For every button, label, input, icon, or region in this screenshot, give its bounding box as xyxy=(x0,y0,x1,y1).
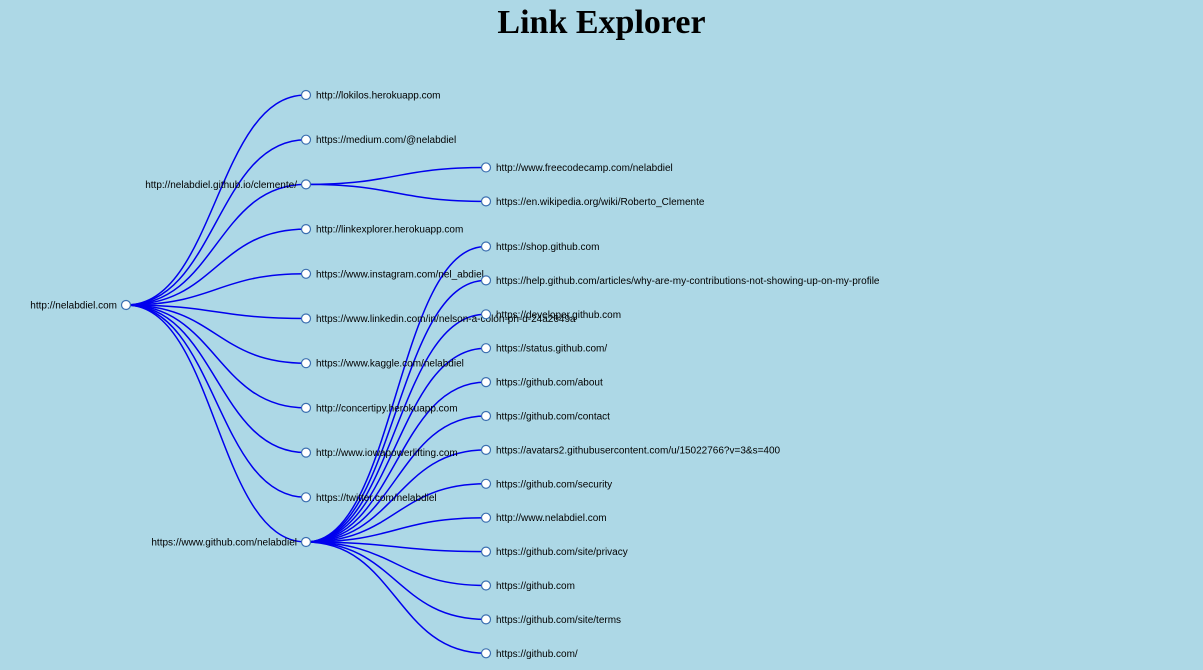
tree-node-d1-3[interactable]: http://linkexplorer.herokuapp.com xyxy=(300,224,464,236)
node-circle[interactable] xyxy=(300,447,312,458)
tree-node-d1-4[interactable]: https://www.instagram.com/nel_abdiel xyxy=(300,268,484,280)
node-label[interactable]: https://github.com/security xyxy=(496,479,612,490)
node-circle[interactable] xyxy=(480,648,492,659)
tree-link xyxy=(125,138,307,306)
node-label[interactable]: https://www.github.com/nelabdiel xyxy=(151,538,297,549)
tree-node-d2-10-0[interactable]: https://shop.github.com xyxy=(480,241,600,253)
tree-node-d2-10-9[interactable]: https://github.com/site/privacy xyxy=(480,546,628,558)
node-circle[interactable] xyxy=(300,492,312,503)
node-label[interactable]: https://github.com xyxy=(496,581,575,592)
tree-node-d2-10-8[interactable]: http://www.nelabdiel.com xyxy=(480,512,607,524)
tree-link xyxy=(305,541,487,621)
node-circle[interactable] xyxy=(300,313,312,324)
node-label[interactable]: https://developer.github.com xyxy=(496,310,621,321)
node-circle[interactable] xyxy=(300,536,312,548)
tree-link xyxy=(305,541,487,655)
node-label[interactable]: http://nelabdiel.github.io/clemente/ xyxy=(145,180,297,191)
tree-node-d2-2-0[interactable]: http://www.freecodecamp.com/nelabdiel xyxy=(480,162,673,174)
tree-link xyxy=(125,183,307,306)
tree-node-d1-6[interactable]: https://www.kaggle.com/nelabdiel xyxy=(300,358,464,370)
tree-node-d1-7[interactable]: http://concertipy.herokuapp.com xyxy=(300,402,458,414)
node-label[interactable]: http://linkexplorer.herokuapp.com xyxy=(316,225,463,236)
node-circle[interactable] xyxy=(480,580,492,591)
node-circle[interactable] xyxy=(300,268,312,279)
tree-node-d1-10[interactable]: https://www.github.com/nelabdiel xyxy=(151,536,312,549)
node-circle[interactable] xyxy=(480,512,492,523)
node-circle[interactable] xyxy=(480,614,492,625)
node-circle[interactable] xyxy=(300,224,312,235)
node-label[interactable]: https://help.github.com/articles/why-are… xyxy=(496,276,880,287)
node-circle[interactable] xyxy=(480,196,492,207)
node-label[interactable]: http://nelabdiel.com xyxy=(30,301,117,312)
tree-node-d1-2[interactable]: http://nelabdiel.github.io/clemente/ xyxy=(145,179,312,191)
tree-node-d1-0[interactable]: http://lokilos.herokuapp.com xyxy=(300,89,441,102)
node-label[interactable]: https://github.com/contact xyxy=(496,412,610,423)
node-circle[interactable] xyxy=(300,402,312,413)
tree-link xyxy=(305,415,487,543)
node-circle[interactable] xyxy=(480,444,492,455)
node-label[interactable]: https://en.wikipedia.org/wiki/Roberto_Cl… xyxy=(496,197,705,208)
node-circle[interactable] xyxy=(480,162,492,173)
node-label[interactable]: http://www.freecodecamp.com/nelabdiel xyxy=(496,163,673,174)
node-label[interactable]: https://www.kaggle.com/nelabdiel xyxy=(316,359,464,370)
node-circle[interactable] xyxy=(480,377,492,388)
tree-node-d2-10-4[interactable]: https://github.com/about xyxy=(480,377,603,389)
node-label[interactable]: https://www.instagram.com/nel_abdiel xyxy=(316,269,484,280)
tree-node-d1-9[interactable]: https://twitter.com/nelabdiel xyxy=(300,492,437,504)
node-label[interactable]: https://github.com/ xyxy=(496,649,578,660)
tree-node-d2-10-6[interactable]: https://avatars2.githubusercontent.com/u… xyxy=(480,444,781,456)
tree-link xyxy=(305,183,487,203)
nodes-layer: http://lokilos.herokuapp.com https://medi… xyxy=(30,89,880,660)
tree-link xyxy=(125,304,307,543)
tree-node-d2-10-5[interactable]: https://github.com/contact xyxy=(480,410,611,423)
node-circle[interactable] xyxy=(480,241,492,252)
node-circle[interactable] xyxy=(480,309,492,320)
tree-node-d2-10-3[interactable]: https://status.github.com/ xyxy=(480,343,608,355)
node-label[interactable]: https://avatars2.githubusercontent.com/u… xyxy=(496,445,781,456)
tree-node-d2-10-7[interactable]: https://github.com/security xyxy=(480,478,613,490)
node-label[interactable]: http://lokilos.herokuapp.com xyxy=(316,91,441,102)
node-circle[interactable] xyxy=(480,410,492,422)
node-circle[interactable] xyxy=(300,358,312,369)
tree-link xyxy=(125,94,307,306)
tree-node-d2-2-1[interactable]: https://en.wikipedia.org/wiki/Roberto_Cl… xyxy=(480,196,705,208)
node-label[interactable]: https://github.com/site/terms xyxy=(496,615,621,626)
node-circle[interactable] xyxy=(300,134,312,145)
node-circle[interactable] xyxy=(480,343,492,354)
node-circle[interactable] xyxy=(300,179,312,190)
tree-link xyxy=(305,541,487,587)
tree-link xyxy=(125,228,307,306)
node-label[interactable]: https://medium.com/@nelabdiel xyxy=(316,135,456,146)
node-circle[interactable] xyxy=(480,546,492,557)
node-circle[interactable] xyxy=(120,299,132,311)
node-label[interactable]: https://github.com/about xyxy=(496,378,603,389)
tree-node-d2-10-2[interactable]: https://developer.github.com xyxy=(480,309,622,321)
tree-link xyxy=(125,304,307,454)
tree-node-d2-10-12[interactable]: https://github.com/ xyxy=(480,648,578,660)
tree-link xyxy=(125,304,307,409)
node-label[interactable]: https://shop.github.com xyxy=(496,242,599,253)
node-circle[interactable] xyxy=(300,89,312,101)
node-label[interactable]: http://www.nelabdiel.com xyxy=(496,513,607,524)
links-layer xyxy=(125,94,487,655)
tree-node-d2-10-1[interactable]: https://help.github.com/articles/why-are… xyxy=(480,275,880,287)
node-label[interactable]: https://status.github.com/ xyxy=(496,344,607,355)
link-tree: http://lokilos.herokuapp.com https://medi… xyxy=(30,89,880,660)
node-label[interactable]: https://twitter.com/nelabdiel xyxy=(316,493,437,504)
tree-link xyxy=(305,313,487,543)
node-circle[interactable] xyxy=(480,275,492,286)
tree-node-d2-10-11[interactable]: https://github.com/site/terms xyxy=(480,614,622,626)
node-circle[interactable] xyxy=(480,478,492,489)
tree-node-root[interactable]: http://nelabdiel.com xyxy=(30,299,132,312)
node-label[interactable]: http://concertipy.herokuapp.com xyxy=(316,403,458,414)
tree-node-d1-8[interactable]: http://www.iowapowerlifting.com xyxy=(300,447,458,459)
tree-link xyxy=(305,166,487,186)
tree-node-d1-1[interactable]: https://medium.com/@nelabdiel xyxy=(300,134,457,146)
node-label[interactable]: http://www.iowapowerlifting.com xyxy=(316,448,458,459)
tree-node-d2-10-10[interactable]: https://github.com xyxy=(480,580,575,592)
node-label[interactable]: https://github.com/site/privacy xyxy=(496,547,628,558)
